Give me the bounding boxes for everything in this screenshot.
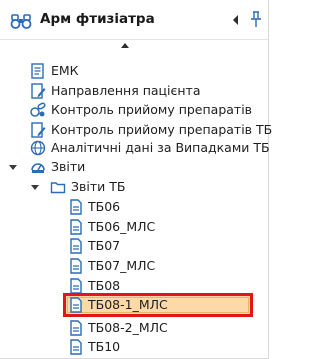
tree-item-label: ЕМК	[51, 63, 79, 78]
document-edit-icon	[31, 122, 46, 138]
report-icon	[70, 339, 82, 355]
report-icon	[70, 320, 82, 336]
tree-item-label: ТБ08-1_МЛС	[88, 297, 168, 312]
tree-item-patient-referral[interactable]: Направлення пацієнта	[0, 81, 268, 101]
panel-header: Арм фтизіатра	[0, 0, 268, 40]
pills-icon	[30, 102, 46, 117]
report-icon	[70, 258, 82, 274]
navigation-panel: Арм фтизіатра ЕМК Направлення пацієнта К…	[0, 0, 272, 359]
binoculars-icon	[10, 14, 32, 29]
tree-item-label: Звіти ТБ	[71, 179, 126, 194]
pin-icon[interactable]	[249, 11, 263, 28]
tree-item-label: Аналітичні дані за Випадками ТБ	[51, 140, 270, 155]
tree-item-label: Звіти	[51, 159, 86, 174]
globe-icon	[30, 140, 46, 156]
collapse-up-icon[interactable]	[118, 41, 132, 49]
tree-item-drug-intake-control[interactable]: Контроль прийому препаратів	[0, 100, 268, 120]
tree-item-label: ТБ07	[88, 238, 121, 253]
tree-item-tb07[interactable]: ТБ07	[0, 236, 268, 256]
tree-item-reports[interactable]: Звіти	[0, 157, 268, 177]
tree-item-label: ТБ10	[88, 339, 121, 354]
report-icon	[70, 278, 82, 294]
tree-item-tb-drug-intake-control[interactable]: Контроль прийому препаратів ТБ	[0, 120, 272, 140]
report-icon	[70, 297, 82, 313]
report-icon	[70, 199, 82, 215]
document-edit-icon	[31, 83, 46, 99]
chevron-down-icon[interactable]	[30, 182, 40, 192]
tree-item-tb10[interactable]: ТБ10	[0, 337, 268, 357]
folder-icon	[50, 182, 66, 194]
dashboard-icon	[31, 163, 45, 173]
tree-item-label: Направлення пацієнта	[51, 83, 201, 98]
tree-item-tb-analytics[interactable]: Аналітичні дані за Випадками ТБ	[0, 138, 270, 158]
tree-item-label: ТБ06_МЛС	[88, 219, 156, 234]
tree-item-label: Контроль прийому препаратів ТБ	[51, 122, 273, 137]
chevron-down-icon[interactable]	[8, 162, 18, 172]
triangle-left-icon[interactable]	[231, 14, 241, 26]
panel-title: Арм фтизіатра	[40, 11, 155, 27]
tree-item-tb08-2-mls[interactable]: ТБ08-2_МЛС	[0, 318, 268, 338]
tree-item-tb06-mls[interactable]: ТБ06_МЛС	[0, 217, 268, 237]
tree-item-label: Контроль прийому препаратів	[51, 102, 253, 117]
tree-item-emk[interactable]: ЕМК	[0, 61, 268, 81]
report-icon	[70, 219, 82, 235]
document-list-icon	[31, 63, 44, 79]
tree-item-label: ТБ06	[88, 199, 121, 214]
tree-item-tb08-1-mls[interactable]: ТБ08-1_МЛС	[0, 295, 268, 315]
tree-item-label: ТБ07_МЛС	[88, 258, 156, 273]
tree-item-tb-reports[interactable]: Звіти ТБ	[0, 177, 268, 197]
report-icon	[70, 238, 82, 254]
tree-item-label: ТБ08-2_МЛС	[88, 320, 168, 335]
tree-item-tb07-mls[interactable]: ТБ07_МЛС	[0, 256, 268, 276]
tree-item-tb06[interactable]: ТБ06	[0, 197, 268, 217]
